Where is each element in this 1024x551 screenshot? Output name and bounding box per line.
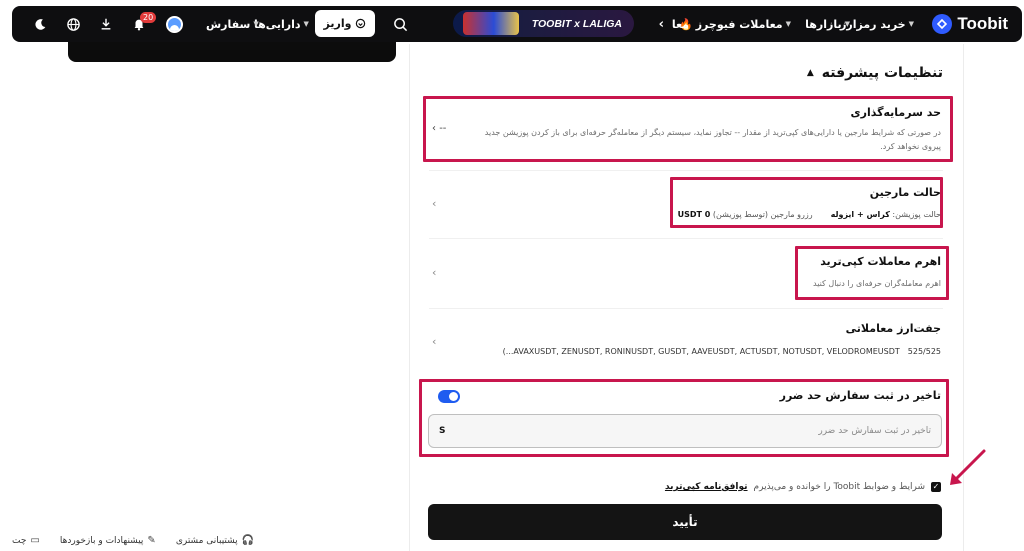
- stop-delay-toggle[interactable]: [438, 390, 460, 403]
- nav-scroll-left[interactable]: ‹: [659, 6, 664, 42]
- copy-trade-settings-panel: تنظیمات پیشرفته ▲ حد سرمایه‌گذاری در صور…: [409, 44, 964, 551]
- investment-limit-value: --: [439, 123, 447, 134]
- footer-chat-label: چت: [12, 535, 27, 546]
- theme-toggle-button[interactable]: [29, 6, 51, 42]
- nav-more-label: معا: [671, 17, 689, 31]
- margin-reserve: رزرو مارجین (توسط پوزیشن) USDT 0: [678, 210, 813, 219]
- chevron-down-icon: ▼: [785, 20, 791, 28]
- user-button[interactable]: [163, 6, 185, 42]
- deposit-button[interactable]: واریز: [315, 10, 375, 37]
- investment-limit-desc: در صورتی که شرایط مارجین یا دارایی‌های ک…: [484, 128, 941, 151]
- terms-link[interactable]: توافق‌نامه کپی‌ترید: [665, 482, 748, 492]
- position-mode-label: حالت پوزیشن:: [892, 210, 941, 219]
- nav-assets[interactable]: دارایی‌ها ▼: [254, 6, 309, 42]
- language-button[interactable]: [62, 6, 84, 42]
- divider: [429, 308, 943, 309]
- stop-delay-input[interactable]: تاخیر در ثبت سفارش حد ضرر S: [428, 414, 942, 448]
- stop-delay-placeholder: تاخیر در ثبت سفارش حد ضرر: [818, 426, 931, 436]
- nav-futures[interactable]: 🔥 معاملات فیوچرز ▼: [679, 6, 791, 42]
- nav-orders[interactable]: سفارش ▼: [206, 6, 259, 42]
- confirm-button[interactable]: تأیید: [428, 504, 942, 540]
- margin-mode-row[interactable]: ‹: [432, 197, 436, 210]
- download-button[interactable]: [95, 6, 117, 42]
- nav-more[interactable]: معا: [672, 6, 689, 42]
- notification-count-badge: 20: [140, 12, 157, 23]
- pairs-title: جفت‌ارز معاملاتی: [845, 322, 941, 335]
- terms-checkbox[interactable]: ✓: [931, 482, 941, 492]
- search-button[interactable]: [388, 6, 412, 42]
- banner-text: TOOBIT x LALIGA: [531, 17, 622, 30]
- advanced-settings-header[interactable]: تنظیمات پیشرفته ▲: [807, 65, 943, 81]
- chevron-left-icon: ‹: [432, 123, 436, 134]
- deposit-icon: [356, 18, 366, 29]
- footer-feedback-link[interactable]: ✎ پیشنهادات و بازخوردها: [60, 535, 156, 546]
- stop-delay-unit: S: [439, 426, 446, 436]
- nav-orders-label: سفارش: [206, 17, 251, 31]
- nav-markets-label: بازارها: [805, 17, 842, 31]
- headset-icon: 🎧: [241, 535, 255, 546]
- pairs-summary: 525/525 (...AVAXUSDT, ZENUSDT, RONINUSDT…: [503, 347, 941, 356]
- leverage-desc: اهرم معامله‌گران حرفه‌ای را دنبال کنید: [813, 279, 941, 288]
- chart-panel-edge: [68, 42, 396, 62]
- nav-assets-label: دارایی‌ها: [254, 17, 301, 31]
- chevron-down-icon: ▼: [303, 20, 309, 28]
- annotation-arrow: [950, 449, 986, 485]
- toobit-logo-icon: [932, 14, 953, 34]
- globe-icon: [66, 17, 80, 31]
- pairs-row[interactable]: ‹: [432, 335, 436, 348]
- logo-text: Toobit: [957, 14, 1008, 33]
- banner-image: [463, 12, 519, 35]
- moon-icon: [34, 18, 45, 30]
- footer-feedback-label: پیشنهادات و بازخوردها: [59, 535, 144, 546]
- advanced-settings-title: تنظیمات پیشرفته: [821, 65, 943, 81]
- position-mode-value: کراس + ایزوله: [830, 210, 890, 219]
- margin-reserve-label: رزرو مارجین (توسط پوزیشن): [712, 210, 813, 219]
- terms-text: شرایط و ضوابط Toobit را خوانده و می‌پذیر…: [753, 482, 925, 492]
- margin-mode-details: حالت پوزیشن: کراس + ایزوله رزرو مارجین (…: [678, 210, 941, 219]
- toobit-logo[interactable]: Toobit: [932, 13, 1008, 35]
- chevron-left-icon: ‹: [658, 16, 664, 32]
- stop-delay-title: تاخیر در ثبت سفارش حد ضرر: [779, 389, 941, 402]
- edit-icon: ✎: [147, 535, 156, 546]
- pairs-count: 525/525: [907, 347, 941, 356]
- terms-agreement: ✓ شرایط و ضوابط Toobit را خوانده و می‌پذ…: [665, 482, 941, 492]
- chevron-down-icon: ▼: [844, 20, 850, 28]
- investment-limit-row[interactable]: ‹ --: [432, 123, 446, 134]
- nav-buy-crypto[interactable]: خرید رمزارز ▼: [840, 6, 914, 42]
- nav-futures-label: معاملات فیوچرز: [695, 17, 783, 31]
- chat-icon: ▭: [30, 535, 40, 546]
- leverage-title: اهرم معاملات کپی‌ترید: [820, 255, 941, 268]
- laliga-banner[interactable]: TOOBIT x LALIGA: [453, 10, 634, 37]
- notifications-button[interactable]: 20: [128, 6, 157, 42]
- margin-reserve-value: USDT 0: [677, 210, 711, 219]
- divider: [429, 170, 943, 171]
- chevron-down-icon: ▼: [253, 20, 259, 28]
- highlight-box-margin-mode: [670, 177, 943, 228]
- margin-mode-title: حالت مارجین: [869, 186, 941, 199]
- download-icon: [101, 18, 111, 30]
- nav-markets[interactable]: بازارها ▼: [805, 6, 850, 42]
- chevron-left-icon: ‹: [432, 335, 437, 348]
- chevron-left-icon: ‹: [432, 266, 437, 279]
- footer-support-label: پشتیبانی مشتری: [175, 535, 238, 546]
- chevron-left-icon: ‹: [432, 197, 437, 210]
- footer-chat-link[interactable]: ▭ چت: [12, 535, 40, 546]
- deposit-label: واریز: [323, 17, 352, 30]
- footer-support-link[interactable]: 🎧 پشتیبانی مشتری: [176, 535, 254, 546]
- position-mode: حالت پوزیشن: کراس + ایزوله: [831, 210, 941, 219]
- pairs-list: (...AVAXUSDT, ZENUSDT, RONINUSDT, GUSDT,…: [502, 347, 900, 356]
- collapse-icon: ▲: [806, 68, 814, 78]
- user-avatar: [165, 15, 183, 33]
- divider: [429, 238, 943, 239]
- search-icon: [393, 17, 407, 31]
- investment-limit-title: حد سرمایه‌گذاری: [850, 106, 941, 119]
- leverage-row[interactable]: ‹: [432, 266, 436, 279]
- chevron-down-icon: ▼: [908, 20, 914, 28]
- top-navbar: Toobit خرید رمزارز ▼ بازارها ▼ 🔥 معاملات…: [12, 6, 1022, 42]
- footer-links: 🎧 پشتیبانی مشتری ✎ پیشنهادات و بازخوردها…: [0, 530, 410, 551]
